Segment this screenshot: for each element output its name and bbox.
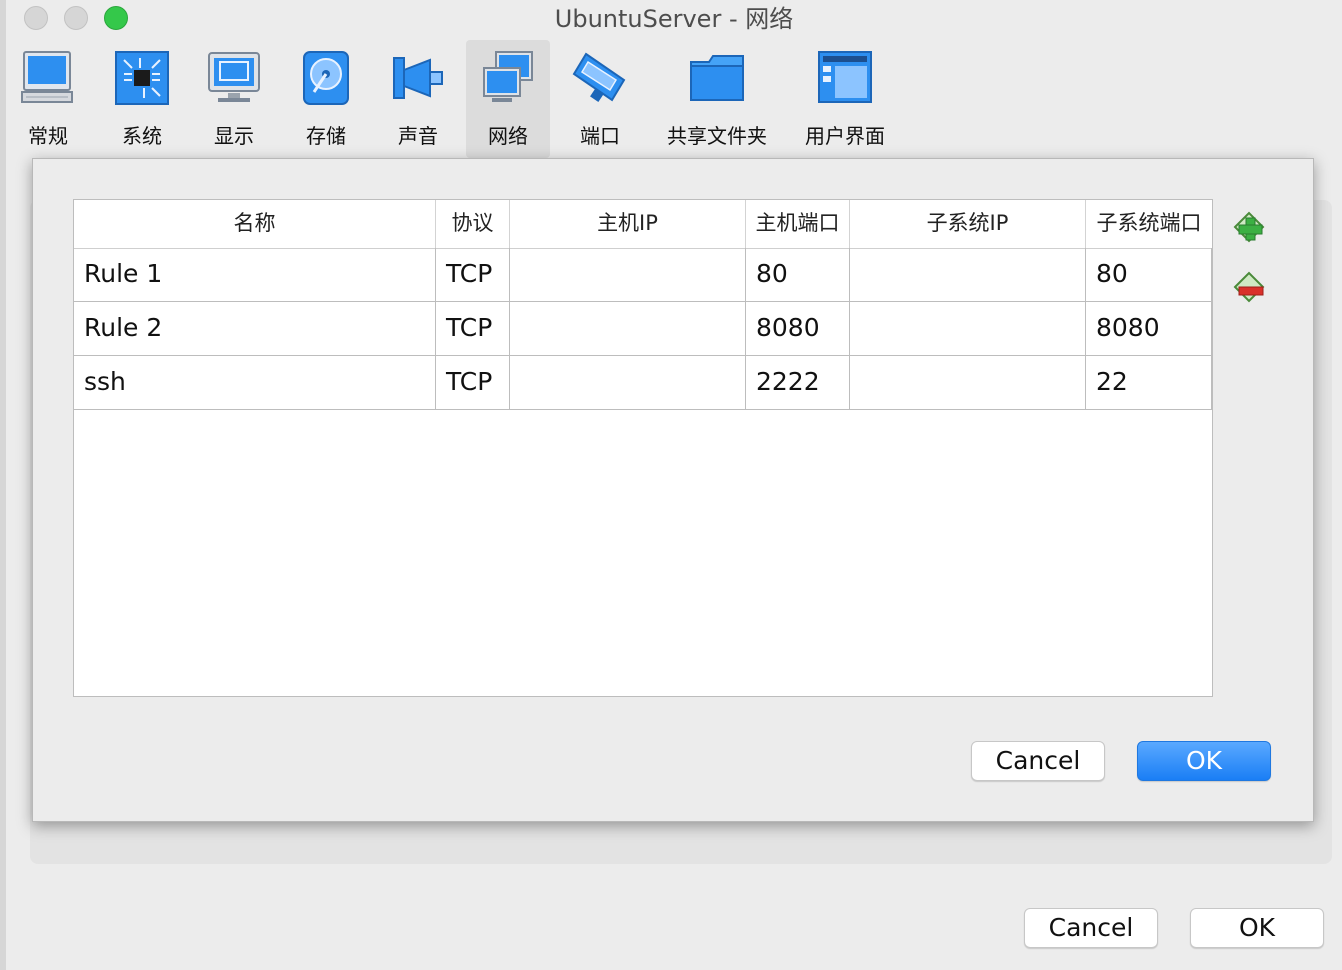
cell-host-ip[interactable] (510, 356, 746, 410)
monitor-icon (208, 52, 260, 102)
tab-label: 系统 (122, 124, 162, 148)
cell-protocol[interactable]: TCP (436, 302, 510, 356)
cell-guest-port[interactable]: 8080 (1086, 302, 1212, 356)
cell-name[interactable]: Rule 1 (74, 248, 436, 302)
zoom-window-button[interactable] (104, 6, 128, 30)
cell-guest-ip[interactable] (850, 302, 1086, 356)
column-header-protocol[interactable]: 协议 (436, 200, 510, 248)
network-icon (483, 51, 533, 102)
table-row[interactable]: Rule 1 TCP 80 80 (74, 248, 1212, 302)
cell-host-ip[interactable] (510, 248, 746, 302)
remove-rule-icon[interactable] (1231, 269, 1267, 305)
settings-ok-button[interactable]: OK (1190, 908, 1324, 948)
cell-protocol[interactable]: TCP (436, 248, 510, 302)
tab-shared-folders[interactable]: 共享文件夹 (658, 40, 776, 158)
title-bar: UbuntuServer - 网络 (6, 0, 1342, 40)
disk-icon (303, 51, 349, 105)
tab-audio[interactable]: 声音 (382, 40, 454, 158)
tab-label: 用户界面 (805, 124, 885, 148)
serial-port-icon (572, 52, 626, 102)
cell-guest-ip[interactable] (850, 248, 1086, 302)
cell-guest-port[interactable]: 80 (1086, 248, 1212, 302)
tab-label: 显示 (214, 124, 254, 148)
dialog-cancel-button[interactable]: Cancel (971, 741, 1105, 781)
cell-host-ip[interactable] (510, 302, 746, 356)
table-row[interactable]: ssh TCP 2222 22 (74, 356, 1212, 410)
tab-general[interactable]: 常规 (12, 40, 84, 158)
cell-name[interactable]: ssh (74, 356, 436, 410)
column-header-guest-ip[interactable]: 子系统IP (850, 200, 1086, 248)
tab-user-interface[interactable]: 用户界面 (796, 40, 894, 158)
window-title: UbuntuServer - 网络 (554, 5, 794, 33)
column-header-host-port[interactable]: 主机端口 (746, 200, 850, 248)
tab-system[interactable]: 系统 (106, 40, 178, 158)
cell-name[interactable]: Rule 2 (74, 302, 436, 356)
cell-host-port[interactable]: 8080 (746, 302, 850, 356)
table-row[interactable]: Rule 2 TCP 8080 8080 (74, 302, 1212, 356)
settings-toolbar: 常规 系统 显示 存储 声音 网络 端口 共享文件夹 用户界面 (6, 40, 1342, 158)
close-window-button[interactable] (24, 6, 48, 30)
tab-label: 常规 (28, 124, 68, 148)
tab-network[interactable]: 网络 (466, 40, 550, 158)
cell-guest-port[interactable]: 22 (1086, 356, 1212, 410)
tab-ports[interactable]: 端口 (564, 40, 636, 158)
cell-protocol[interactable]: TCP (436, 356, 510, 410)
minimize-window-button[interactable] (64, 6, 88, 30)
cell-guest-ip[interactable] (850, 356, 1086, 410)
tab-label: 声音 (398, 124, 438, 148)
add-rule-icon[interactable] (1231, 209, 1267, 245)
chip-icon (115, 51, 169, 105)
port-forwarding-dialog: 名称 协议 主机IP 主机端口 子系统IP 子系统端口 Rule 1 TCP 8… (32, 158, 1314, 822)
cell-host-port[interactable]: 2222 (746, 356, 850, 410)
tab-display[interactable]: 显示 (198, 40, 270, 158)
tab-label: 共享文件夹 (667, 124, 767, 148)
user-interface-icon (818, 51, 872, 103)
tab-label: 存储 (306, 124, 346, 148)
tab-storage[interactable]: 存储 (290, 40, 362, 158)
speaker-icon (393, 57, 443, 99)
column-header-name[interactable]: 名称 (74, 200, 436, 248)
computer-icon (21, 51, 73, 103)
column-header-host-ip[interactable]: 主机IP (510, 200, 746, 248)
tab-label: 端口 (580, 124, 620, 148)
dialog-ok-button[interactable]: OK (1137, 741, 1271, 781)
settings-cancel-button[interactable]: Cancel (1024, 908, 1158, 948)
tab-label: 网络 (488, 124, 528, 148)
table-header: 名称 协议 主机IP 主机端口 子系统IP 子系统端口 (74, 200, 1212, 249)
port-forwarding-table: 名称 协议 主机IP 主机端口 子系统IP 子系统端口 Rule 1 TCP 8… (73, 199, 1213, 697)
cell-host-port[interactable]: 80 (746, 248, 850, 302)
folder-icon (690, 55, 744, 101)
column-header-guest-port[interactable]: 子系统端口 (1086, 200, 1212, 248)
